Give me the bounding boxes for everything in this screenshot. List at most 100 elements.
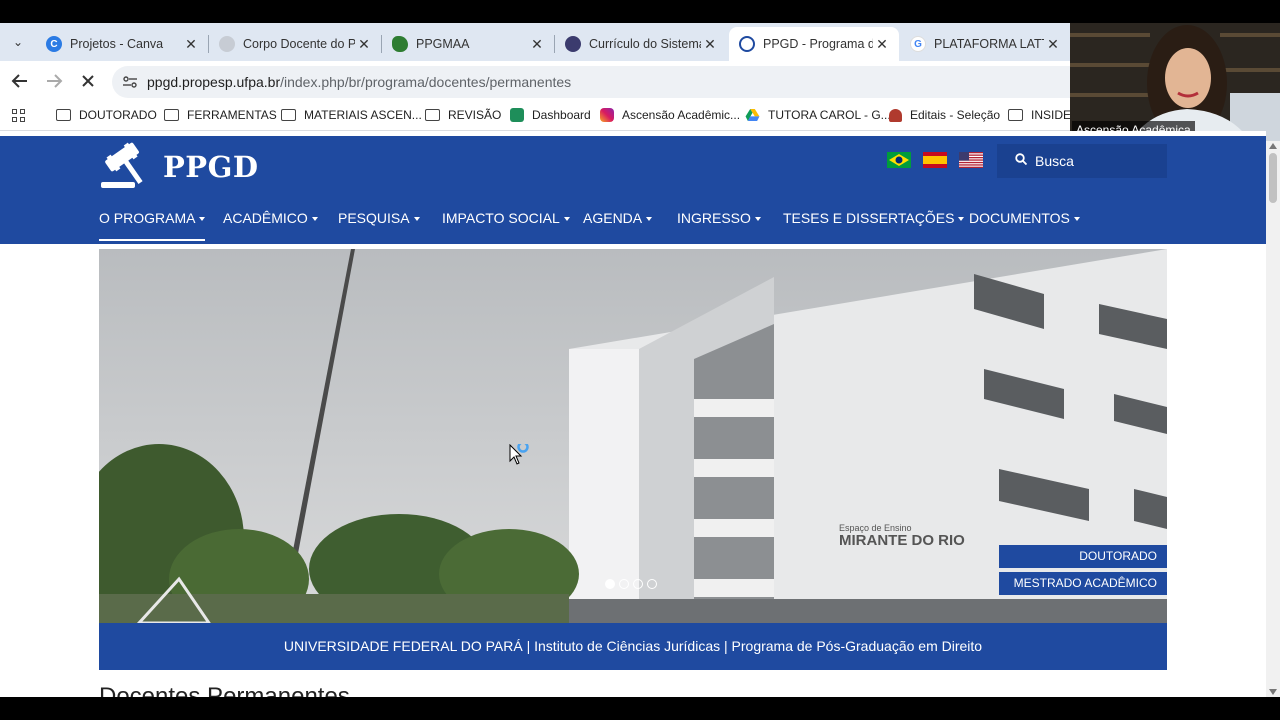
forward-button[interactable]: [42, 69, 66, 93]
editais-icon: [889, 108, 902, 122]
close-icon: [82, 75, 94, 87]
dashboard-icon: [510, 108, 524, 122]
brazil-flag-icon[interactable]: [887, 152, 911, 168]
folder-icon: [281, 109, 296, 121]
lattes-icon: [565, 36, 581, 52]
tab-close-icon[interactable]: ✕: [873, 36, 891, 53]
institution-caption: UNIVERSIDADE FEDERAL DO PARÁ | Instituto…: [99, 623, 1167, 670]
bookmark-label: FERRAMENTAS: [187, 108, 277, 122]
menu-agenda[interactable]: AGENDA: [583, 209, 653, 239]
webcam-overlay: Ascensão Acadêmica: [1070, 23, 1280, 141]
bookmark-label: Dashboard: [532, 108, 591, 122]
bookmark-ferramentas[interactable]: FERRAMENTAS: [164, 108, 277, 122]
menu-o-programa[interactable]: O PROGRAMA: [99, 209, 206, 241]
url-path: /index.php/br/programa/docentes/permanen…: [280, 74, 572, 90]
doutorado-button[interactable]: DOUTORADO: [999, 545, 1167, 568]
browser-toolbar: ppgd.propesp.ufpa.br/index.php/br/progra…: [0, 61, 1070, 101]
menu-label: PESQUISA: [338, 210, 410, 226]
mestrado-button[interactable]: MESTRADO ACADÊMICO: [999, 572, 1167, 595]
caret-down-icon: [199, 217, 206, 222]
tab-close-icon[interactable]: ✕: [182, 36, 200, 53]
bookmark-dashboard[interactable]: Dashboard: [510, 108, 591, 122]
menu-ingresso[interactable]: INGRESSO: [677, 209, 761, 239]
carousel-dot[interactable]: [605, 579, 615, 589]
tab-corpo-docente[interactable]: Corpo Docente do Pr ✕: [209, 27, 381, 61]
scroll-up-icon[interactable]: [1269, 143, 1277, 149]
tab-title: Corpo Docente do Pr: [243, 37, 355, 51]
tab-title: PLATAFORMA LATTE: [934, 37, 1044, 51]
google-drive-icon: [745, 109, 760, 121]
web-page: PPGD Busca O PROGRAMA ACADÊMICO PESQUISA…: [0, 131, 1266, 697]
search-icon: [1015, 153, 1027, 165]
bookmark-label: DOUTORADO: [79, 108, 157, 122]
caret-down-icon: [646, 217, 653, 222]
url-host: ppgd.propesp.ufpa.br: [147, 74, 281, 90]
gavel-icon: [101, 142, 143, 188]
screen: ⌄ C Projetos - Canva ✕ Corpo Docente do …: [0, 0, 1280, 720]
bookmark-revisao[interactable]: REVISÃO: [425, 108, 501, 122]
tab-ppgd-active[interactable]: PPGD - Programa de ✕: [729, 27, 899, 61]
tab-canva[interactable]: C Projetos - Canva ✕: [36, 27, 208, 61]
address-bar[interactable]: ppgd.propesp.ufpa.br/index.php/br/progra…: [112, 66, 1070, 98]
ppgd-logo[interactable]: PPGD: [99, 141, 259, 193]
menu-label: O PROGRAMA: [99, 210, 196, 226]
bookmark-label: MATERIAIS ASCEN...: [304, 108, 422, 122]
menu-academico[interactable]: ACADÊMICO: [223, 209, 318, 239]
carousel-indicators: [605, 579, 657, 589]
bookmark-tutora[interactable]: TUTORA CAROL - G...: [745, 108, 891, 122]
bookmark-label: Ascensão Acadêmic...: [622, 108, 741, 122]
menu-teses[interactable]: TESES E DISSERTAÇÕES: [783, 209, 965, 239]
carousel-dot[interactable]: [633, 579, 643, 589]
site-search-input[interactable]: Busca: [997, 144, 1167, 178]
tab-close-icon[interactable]: ✕: [701, 36, 719, 53]
carousel-dot[interactable]: [647, 579, 657, 589]
tab-close-icon[interactable]: ✕: [1044, 36, 1062, 53]
caret-down-icon: [1073, 217, 1080, 222]
url-text: ppgd.propesp.ufpa.br/index.php/br/progra…: [147, 74, 571, 90]
menu-impacto-social[interactable]: IMPACTO SOCIAL: [442, 209, 570, 239]
tab-search-button[interactable]: ⌄: [6, 31, 30, 53]
menu-label: INGRESSO: [677, 210, 751, 226]
bookmark-editais[interactable]: Editais - Seleção: [889, 108, 1000, 122]
logo-text: PPGD: [163, 150, 259, 184]
site-settings-icon[interactable]: [122, 74, 138, 90]
tab-title: PPGD - Programa de: [763, 37, 873, 51]
folder-icon: [425, 109, 440, 121]
usa-flag-icon[interactable]: [959, 152, 983, 168]
main-menu: O PROGRAMA ACADÊMICO PESQUISA IMPACTO SO…: [0, 209, 1266, 244]
carousel-dot[interactable]: [619, 579, 629, 589]
menu-label: AGENDA: [583, 210, 643, 226]
spain-flag-icon[interactable]: [923, 152, 947, 168]
tab-close-icon[interactable]: ✕: [355, 36, 373, 53]
folder-icon: [1008, 109, 1023, 121]
bookmark-label: Editais - Seleção: [910, 108, 1001, 122]
page-scrollbar[interactable]: [1266, 141, 1280, 697]
ppgd-icon: [739, 36, 755, 52]
scroll-down-icon[interactable]: [1269, 689, 1277, 695]
bookmark-instagram[interactable]: Ascensão Acadêmic...: [600, 108, 740, 122]
bookmark-insider[interactable]: INSIDER: [1008, 108, 1080, 122]
caret-down-icon: [958, 217, 965, 222]
caret-down-icon: [413, 217, 420, 222]
instagram-icon: [600, 108, 614, 122]
apps-grid-icon[interactable]: [12, 109, 26, 123]
google-icon: G: [910, 36, 926, 52]
menu-pesquisa[interactable]: PESQUISA: [338, 209, 420, 239]
bookmark-label: TUTORA CAROL - G...: [768, 108, 891, 122]
caret-down-icon: [311, 217, 318, 222]
canva-icon: C: [46, 36, 62, 52]
bookmark-materiais[interactable]: MATERIAIS ASCEN...: [281, 108, 422, 122]
tab-lattes[interactable]: G PLATAFORMA LATTE ✕: [900, 27, 1070, 61]
bookmark-label: REVISÃO: [448, 108, 502, 122]
bookmark-doutorado[interactable]: DOUTORADO: [56, 108, 157, 122]
tab-close-icon[interactable]: ✕: [528, 36, 546, 53]
hero-carousel[interactable]: Espaço de Ensino MIRANTE DO RIO DOUTORAD…: [99, 249, 1167, 623]
page-icon: [219, 36, 235, 52]
scroll-thumb[interactable]: [1269, 153, 1277, 203]
stop-loading-button[interactable]: [76, 69, 100, 93]
menu-documentos[interactable]: DOCUMENTOS: [969, 209, 1080, 239]
back-button[interactable]: [8, 69, 32, 93]
tab-curriculo[interactable]: Currículo do Sistema ✕: [555, 27, 727, 61]
caret-down-icon: [754, 217, 761, 222]
tab-ppgmaa[interactable]: PPGMAA ✕: [382, 27, 554, 61]
